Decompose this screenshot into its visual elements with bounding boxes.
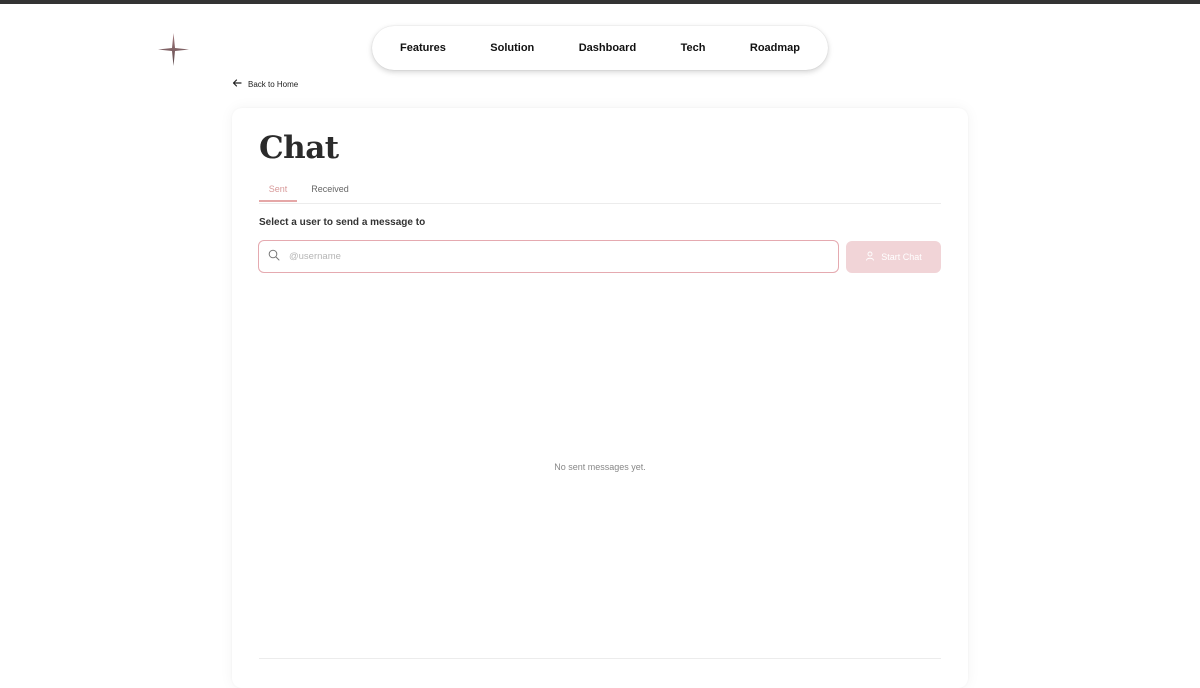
nav-item-roadmap[interactable]: Roadmap <box>750 42 800 54</box>
arrow-left-icon <box>232 78 242 90</box>
username-search-box[interactable] <box>258 240 839 273</box>
nav-item-solution[interactable]: Solution <box>490 42 534 54</box>
back-to-home-link[interactable]: Back to Home <box>232 77 298 91</box>
username-input[interactable] <box>287 250 811 263</box>
user-icon <box>865 251 875 263</box>
nav-item-dashboard[interactable]: Dashboard <box>579 42 636 54</box>
nav-item-features[interactable]: Features <box>400 42 446 54</box>
empty-state-message: No sent messages yet. <box>554 462 646 472</box>
tab-received[interactable]: Received <box>305 180 355 202</box>
top-bar <box>0 0 1200 4</box>
chat-card: Chat Sent Received Select a user to send… <box>232 108 968 688</box>
start-chat-label: Start Chat <box>881 252 922 262</box>
back-link-label: Back to Home <box>248 79 299 89</box>
search-icon <box>268 248 287 266</box>
start-chat-button[interactable]: Start Chat <box>846 241 941 273</box>
tab-sent[interactable]: Sent <box>259 180 297 202</box>
select-user-label: Select a user to send a message to <box>259 217 426 228</box>
main-nav: Features Solution Dashboard Tech Roadmap <box>372 26 828 70</box>
sparkle-logo-icon[interactable] <box>158 33 189 66</box>
chat-tabs: Sent Received <box>259 180 941 204</box>
nav-item-tech[interactable]: Tech <box>681 42 706 54</box>
page-title: Chat <box>259 130 339 166</box>
divider <box>259 658 941 659</box>
